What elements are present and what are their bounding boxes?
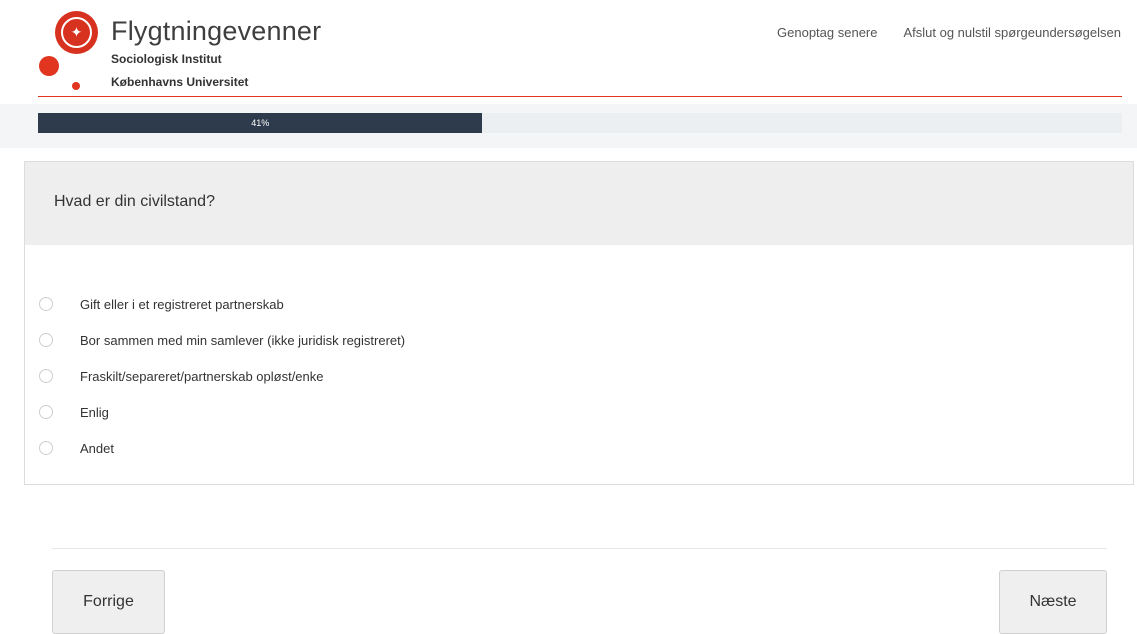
progress-fill: 41% bbox=[38, 113, 483, 133]
option-label: Enlig bbox=[80, 404, 109, 420]
question-card: Hvad er din civilstand? Gift eller i et … bbox=[24, 161, 1134, 485]
option-single[interactable]: Enlig bbox=[39, 394, 405, 430]
option-label: Andet bbox=[80, 440, 114, 456]
radio-button[interactable] bbox=[39, 297, 53, 311]
university-seal-icon: ✦ bbox=[55, 11, 98, 54]
option-divorced[interactable]: Fraskilt/separeret/partnerskab opløst/en… bbox=[39, 358, 405, 394]
progress-label: 41% bbox=[251, 118, 270, 128]
progress-bar: 41% bbox=[38, 113, 1122, 133]
option-label: Gift eller i et registreret partnerskab bbox=[80, 296, 284, 312]
exit-reset-link[interactable]: Afslut og nulstil spørgeundersøgelsen bbox=[903, 25, 1121, 40]
next-button[interactable]: Næste bbox=[999, 570, 1107, 634]
institute-name: Sociologisk Institut bbox=[111, 52, 222, 66]
university-name: Københavns Universitet bbox=[111, 75, 249, 89]
header-divider bbox=[38, 96, 1122, 97]
answer-options: Gift eller i et registreret partnerskab … bbox=[39, 286, 405, 466]
option-cohabiting[interactable]: Bor sammen med min samlever (ikke juridi… bbox=[39, 322, 405, 358]
brand-title: Flygtningevenner bbox=[111, 16, 322, 46]
option-married[interactable]: Gift eller i et registreret partnerskab bbox=[39, 286, 405, 322]
header-links: Genoptag senere Afslut og nulstil spørge… bbox=[777, 25, 1121, 40]
logo-dot-small bbox=[72, 82, 80, 90]
header: ✦ Flygtningevenner Sociologisk Institut … bbox=[0, 0, 1137, 100]
resume-later-link[interactable]: Genoptag senere bbox=[777, 25, 877, 40]
radio-button[interactable] bbox=[39, 333, 53, 347]
radio-button[interactable] bbox=[39, 405, 53, 419]
logo-dot-large bbox=[39, 56, 59, 76]
logo[interactable]: ✦ Flygtningevenner Sociologisk Institut … bbox=[36, 8, 336, 96]
question-text: Hvad er din civilstand? bbox=[54, 193, 215, 210]
radio-button[interactable] bbox=[39, 369, 53, 383]
previous-button[interactable]: Forrige bbox=[52, 570, 165, 634]
option-label: Fraskilt/separeret/partnerskab opløst/en… bbox=[80, 368, 324, 384]
question-header: Hvad er din civilstand? bbox=[25, 162, 1133, 245]
footer-divider bbox=[52, 548, 1107, 549]
radio-button[interactable] bbox=[39, 441, 53, 455]
option-other[interactable]: Andet bbox=[39, 430, 405, 466]
option-label: Bor sammen med min samlever (ikke juridi… bbox=[80, 332, 406, 348]
